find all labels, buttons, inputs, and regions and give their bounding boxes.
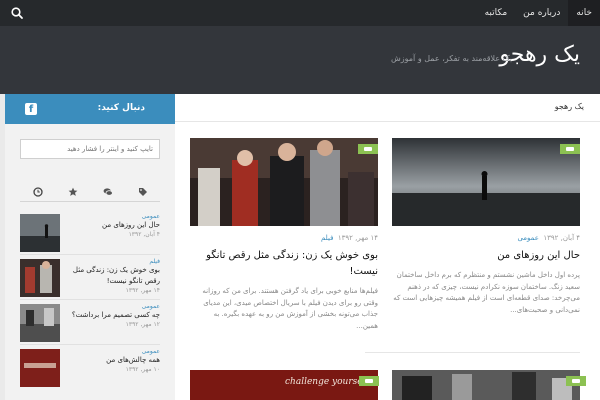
item-date: ۱۰ مهر, ۱۳۹۲	[125, 366, 160, 373]
post-format-icon	[560, 144, 580, 154]
sidebar: دنبال کنید: f تایپ کنید و اینتر را فشار …	[5, 94, 175, 400]
nav-item-home[interactable]: خانه	[568, 0, 600, 26]
nav-item-about[interactable]: درباره من	[515, 0, 568, 26]
breadcrumb-text: یک رهجو	[554, 102, 584, 111]
post-thumbnail[interactable]	[20, 259, 60, 297]
item-category[interactable]: فیلم	[66, 258, 160, 265]
post-thumbnail[interactable]	[20, 349, 60, 387]
tab-recent[interactable]	[20, 182, 55, 201]
post-thumbnail[interactable]	[20, 214, 60, 252]
tab-popular[interactable]	[55, 182, 90, 201]
post-excerpt: پرده اول داخل ماشین نشستم و منتظرم که بر…	[393, 271, 580, 314]
item-title[interactable]: چه کسی تصمیم مرا برداشت؟	[66, 310, 160, 321]
post-category[interactable]: عمومی	[517, 234, 538, 242]
item-title[interactable]: بوی خوش یک زن: زندگی مثل رقص تانگو نیست!	[66, 265, 160, 287]
list-item[interactable]: عمومی همه چالش‌های من ۱۰ مهر, ۱۳۹۲	[20, 345, 160, 390]
tab-tags[interactable]	[125, 182, 160, 201]
item-title[interactable]: همه چالش‌های من	[66, 355, 160, 366]
item-date: ۴ آبان, ۱۳۹۲	[128, 231, 160, 238]
tab-comments[interactable]	[90, 182, 125, 201]
top-nav: خانه درباره من مکاتبه	[477, 0, 600, 26]
image-caption: challenge yourself	[285, 377, 369, 387]
list-item[interactable]: عمومی حال این روزهای من ۴ آبان, ۱۳۹۲	[20, 210, 160, 255]
follow-title: دنبال کنید:	[97, 103, 145, 113]
nav-item-contact[interactable]: مکاتبه	[477, 0, 516, 26]
widget-tabs	[20, 182, 160, 202]
facebook-icon[interactable]: f	[25, 103, 37, 115]
post-format-icon	[358, 144, 378, 154]
recent-posts-list: عمومی حال این روزهای من ۴ آبان, ۱۳۹۲ فیل…	[20, 210, 160, 390]
post-thumbnail[interactable]: challenge yourself	[190, 370, 378, 400]
search-input[interactable]	[20, 139, 160, 159]
post-thumbnail[interactable]	[392, 138, 580, 226]
list-item[interactable]: فیلم بوی خوش یک زن: زندگی مثل رقص تانگو …	[20, 255, 160, 300]
item-date: ۱۲ مهر, ۱۳۹۲	[125, 321, 160, 328]
comments-icon	[103, 187, 113, 196]
item-category[interactable]: عمومی	[66, 348, 160, 355]
star-icon	[68, 187, 77, 196]
follow-bar: دنبال کنید: f	[5, 94, 175, 124]
post-format-icon	[359, 376, 379, 386]
divider	[365, 352, 580, 353]
list-item[interactable]: عمومی چه کسی تصمیم مرا برداشت؟ ۱۲ مهر, ۱…	[20, 300, 160, 345]
item-category[interactable]: عمومی	[66, 213, 160, 220]
post-title[interactable]: بوی خوش یک زن: زندگی مثل رقص تانگو نیست!	[190, 248, 378, 280]
top-bar: خانه درباره من مکاتبه	[0, 0, 600, 26]
clock-icon	[32, 186, 43, 197]
item-title[interactable]: حال این روزهای من	[66, 220, 160, 231]
post-thumbnail[interactable]	[20, 304, 60, 342]
post-title[interactable]: حال این روزهای من	[392, 248, 580, 264]
item-category[interactable]: عمومی	[66, 303, 160, 310]
main-content: یک رهجو ۴ آبان, ۱۳۹۲ عمومی حال این روزها…	[175, 94, 600, 400]
post-category[interactable]: فیلم	[321, 234, 333, 242]
post-format-icon	[566, 376, 586, 386]
breadcrumb: یک رهجو	[175, 94, 600, 122]
site-description: یک علاقه‌مند به تفکر، عمل و آموزش	[391, 54, 512, 63]
post-thumbnail[interactable]	[392, 370, 580, 400]
item-date: ۱۴ مهر, ۱۳۹۲	[125, 287, 160, 294]
tags-icon	[138, 187, 147, 196]
site-header: یک رهجو یک علاقه‌مند به تفکر، عمل و آموز…	[0, 26, 600, 94]
post-date: ۴ آبان, ۱۳۹۲	[543, 234, 580, 242]
post-excerpt: فیلم‌ها منابع خوبی برای یاد گرفتن هستند.…	[202, 287, 378, 330]
search-icon[interactable]	[10, 6, 24, 20]
post-date: ۱۴ مهر, ۱۳۹۲	[337, 234, 378, 242]
post-thumbnail[interactable]	[190, 138, 378, 226]
